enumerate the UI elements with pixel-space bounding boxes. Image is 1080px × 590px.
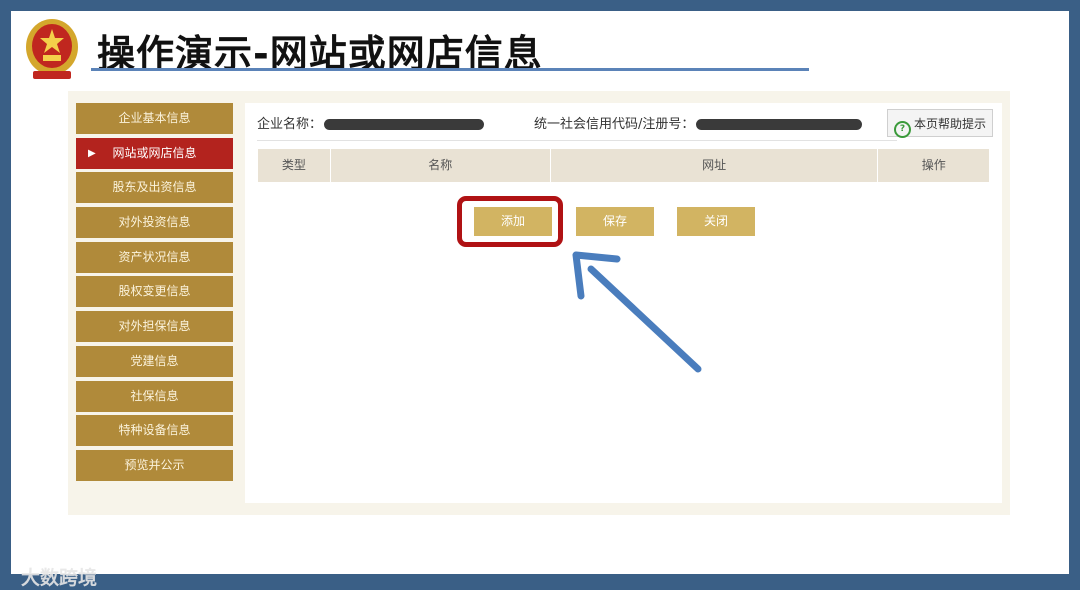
- sidebar-item-label: 对外投资信息: [118, 215, 191, 230]
- sidebar-item-label: 特种设备信息: [118, 423, 191, 438]
- app-window: 企业基本信息 ▶ 网站或网店信息 股东及出资信息 对外投资信息 资产状况信息 股权…: [68, 91, 1010, 515]
- title-underline: [91, 68, 809, 71]
- help-button[interactable]: ? 本页帮助提示: [887, 109, 993, 138]
- sidebar-item-label: 企业基本信息: [118, 111, 191, 125]
- header-divider: [257, 140, 897, 141]
- column-header-action: 操作: [921, 158, 946, 172]
- company-name-label: 企业名称：: [257, 117, 323, 132]
- column-header-type: 类型: [258, 149, 331, 182]
- national-emblem-icon: [26, 19, 78, 79]
- help-button-label: 本页帮助提示: [913, 117, 986, 131]
- sidebar-nav: 企业基本信息 ▶ 网站或网店信息 股东及出资信息 对外投资信息 资产状况信息 股权…: [76, 103, 233, 485]
- sidebar-item-special-equipment[interactable]: 特种设备信息: [76, 415, 233, 447]
- table-header: 类型 名称 网址 操作: [258, 149, 989, 182]
- close-button[interactable]: 关闭: [677, 207, 755, 236]
- credit-code-redacted: [696, 119, 863, 130]
- sidebar-item-shareholders[interactable]: 股东及出资信息: [76, 172, 233, 204]
- question-icon: ?: [893, 121, 911, 138]
- save-button[interactable]: 保存: [576, 207, 654, 236]
- sidebar-item-investment[interactable]: 对外投资信息: [76, 207, 233, 239]
- sidebar-item-assets[interactable]: 资产状况信息: [76, 241, 233, 273]
- sidebar-item-label: 党建信息: [130, 353, 179, 368]
- sidebar-item-label: 预览并公示: [124, 457, 185, 472]
- column-header-url: 网址: [551, 149, 879, 182]
- credit-code-row: 统一社会信用代码/注册号：: [534, 113, 863, 132]
- sidebar-item-basic-info[interactable]: 企业基本信息: [76, 103, 233, 134]
- column-header-name: 名称: [331, 149, 551, 182]
- company-name-redacted: [324, 119, 485, 130]
- sidebar-item-equity-change[interactable]: 股权变更信息: [76, 276, 233, 308]
- sidebar-item-label: 网站或网店信息: [112, 145, 197, 160]
- caret-right-icon: ▶: [88, 147, 96, 159]
- sidebar-item-website-info[interactable]: ▶ 网站或网店信息: [76, 137, 233, 169]
- sidebar-item-label: 资产状况信息: [118, 249, 191, 264]
- sidebar-item-label: 社保信息: [130, 388, 179, 403]
- watermark: 大数跨境: [21, 567, 98, 589]
- sidebar-item-label: 对外担保信息: [118, 319, 191, 334]
- sidebar-item-label: 股权变更信息: [118, 284, 191, 299]
- sidebar-item-social-insurance[interactable]: 社保信息: [76, 380, 233, 412]
- sidebar-item-label: 股东及出资信息: [112, 180, 197, 195]
- company-name-row: 企业名称：: [257, 113, 485, 132]
- slide: 操作演示-网站或网店信息 企业基本信息 ▶ 网站或网店信息 股东及出资信息 对外投…: [11, 11, 1069, 589]
- sidebar-item-guarantee[interactable]: 对外担保信息: [76, 311, 233, 343]
- sidebar-item-party[interactable]: 党建信息: [76, 345, 233, 377]
- content-panel: 企业名称： 统一社会信用代码/注册号： ? 本页帮助提示 类型 名称 网址 操作 …: [245, 103, 1002, 503]
- add-button-highlight: [457, 196, 563, 247]
- sidebar-item-preview-publish[interactable]: 预览并公示: [76, 449, 233, 481]
- credit-code-label: 统一社会信用代码/注册号：: [534, 117, 695, 132]
